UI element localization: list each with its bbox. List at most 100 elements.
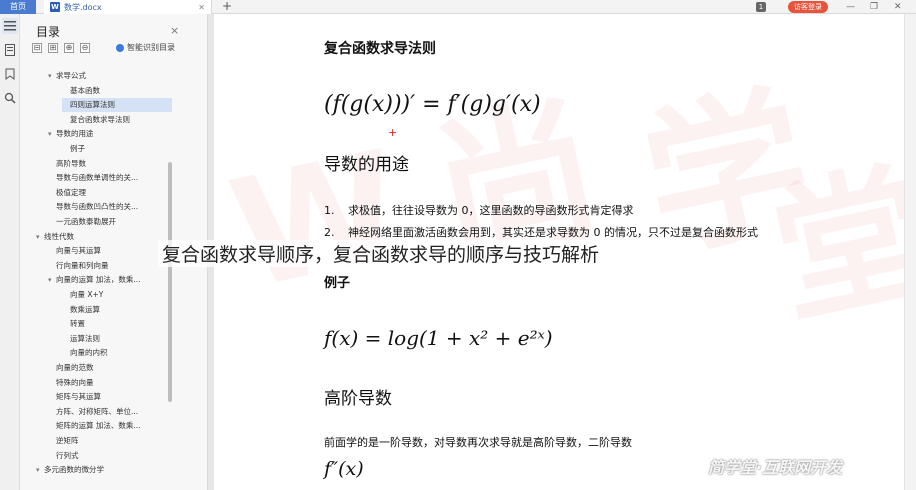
- tab-home[interactable]: 首页: [0, 0, 36, 14]
- toc-item[interactable]: 向量与其运算: [48, 244, 101, 258]
- toc-item[interactable]: 复合函数求导法则: [62, 113, 130, 127]
- smart-toc-label: 智能识别目录: [127, 43, 175, 52]
- chevron-down-icon[interactable]: ▾: [36, 463, 44, 477]
- tab-document-label: 数学.docx: [64, 2, 102, 12]
- toc-item[interactable]: 行列式: [48, 449, 79, 463]
- toc-item-label: 基本函数: [70, 85, 100, 95]
- toc-item-label: 向量的运算 加法，数乘...: [56, 275, 141, 285]
- guest-login-button[interactable]: 访客登录: [788, 1, 828, 13]
- close-tab-icon[interactable]: ✕: [198, 3, 205, 12]
- formula-second-derivative: f″(x): [324, 458, 364, 480]
- toc-item-label: 向量的内积: [70, 348, 108, 358]
- heading-chain-rule: 复合函数求导法则: [324, 41, 436, 57]
- heading-usage: 导数的用途: [324, 155, 409, 175]
- bookmark-icon[interactable]: [2, 66, 18, 82]
- toc-item[interactable]: 极值定理: [48, 186, 86, 200]
- toc-item-label: 例子: [70, 144, 85, 153]
- toc-item-label: 极值定理: [56, 187, 86, 197]
- toc-item[interactable]: ▾ 多元函数的微分学: [36, 463, 104, 477]
- toc-item[interactable]: 例子: [62, 142, 85, 156]
- toc-item-label: 方阵、对称矩阵、单位...: [56, 406, 139, 416]
- chevron-down-icon[interactable]: ▾: [36, 230, 44, 244]
- count-badge[interactable]: 1: [756, 2, 766, 12]
- toc-item[interactable]: 向量的范数: [48, 361, 94, 375]
- remove-heading-button[interactable]: ⊖: [80, 43, 90, 53]
- close-window-button[interactable]: ✕: [894, 0, 902, 14]
- toc-item[interactable]: 向量 X+Y: [62, 288, 103, 302]
- smart-toc-button[interactable]: 智能识别目录: [116, 42, 175, 53]
- toc-item[interactable]: 四则运算法则: [62, 98, 172, 113]
- toc-close-icon[interactable]: ×: [170, 24, 179, 37]
- toc-item-label: 数乘运算: [70, 304, 100, 314]
- toc-item-label: 矩阵的运算 加法、数乘...: [56, 421, 141, 431]
- watermark-mark: 堂: [760, 145, 916, 347]
- page-thumbnail-icon[interactable]: [2, 42, 18, 58]
- toc-tools: ⊟ ⊞ ⊕ ⊖: [32, 43, 90, 53]
- tab-document[interactable]: W 数学.docx ✕: [44, 0, 212, 14]
- page-scrollbar[interactable]: [904, 14, 916, 490]
- formula-chain-rule: (f(g(x)))′ = f′(g)g′(x): [324, 92, 541, 117]
- left-toolbar: [0, 14, 20, 490]
- toc-item-label: 复合函数求导法则: [70, 114, 130, 124]
- chevron-down-icon[interactable]: ▾: [48, 273, 56, 287]
- chevron-down-icon[interactable]: ▾: [48, 69, 56, 83]
- toc-item[interactable]: 一元函数泰勒展开: [48, 215, 116, 229]
- toc-item-label: 一元函数泰勒展开: [56, 217, 116, 226]
- toc-item-label: 向量 X+Y: [70, 290, 104, 299]
- toc-item[interactable]: 高阶导数: [48, 157, 86, 171]
- toc-item[interactable]: 方阵、对称矩阵、单位...: [48, 405, 138, 419]
- toc-item[interactable]: 特殊的向量: [48, 376, 94, 390]
- toc-item[interactable]: 矩阵与其运算: [48, 390, 101, 404]
- word-doc-icon: W: [50, 2, 60, 12]
- toc-item[interactable]: ▾ 求导公式: [48, 69, 86, 83]
- toc-item[interactable]: 运算法则: [62, 332, 100, 346]
- toc-item-label: 行列式: [56, 450, 79, 460]
- toc-toggle-icon[interactable]: [2, 18, 18, 34]
- minimize-button[interactable]: —: [846, 0, 855, 14]
- list-item: 2. 神经网络里面激活函数会用到，其实还是求导数为 0 的情况，只不过是复合函数形…: [324, 226, 758, 239]
- toc-item-label: 导数与函数单调性的关...: [56, 173, 139, 183]
- insert-marker-icon[interactable]: +: [388, 126, 397, 139]
- expand-all-button[interactable]: ⊞: [48, 43, 58, 53]
- toc-item-label: 特殊的向量: [56, 377, 94, 387]
- toc-item-label: 逆矩阵: [56, 436, 79, 445]
- toc-item[interactable]: 行向量和列向量: [48, 259, 109, 273]
- toc-item-label: 四则运算法则: [70, 100, 115, 110]
- toc-item[interactable]: 数乘运算: [62, 303, 100, 317]
- toc-item[interactable]: 矩阵的运算 加法、数乘...: [48, 419, 141, 433]
- toc-item[interactable]: ▾ 导数的用途: [48, 127, 94, 141]
- formula-example: f(x) = log(1 + x² + e²ˣ): [324, 326, 553, 350]
- toc-item-label: 线性代数: [44, 231, 74, 241]
- toc-item-label: 向量的范数: [56, 363, 94, 372]
- maximize-button[interactable]: ❐: [870, 0, 878, 14]
- toc-item[interactable]: 向量的内积: [62, 346, 108, 360]
- toc-item-label: 导数的用途: [56, 129, 94, 139]
- add-heading-button[interactable]: ⊕: [64, 43, 74, 53]
- toc-item[interactable]: ▾ 线性代数: [36, 230, 74, 244]
- spellcheck-underline: [382, 118, 396, 121]
- toc-item-label: 转置: [70, 319, 85, 329]
- toc-scrollbar[interactable]: [168, 162, 172, 402]
- collapse-all-button[interactable]: ⊟: [32, 43, 42, 53]
- heading-higher-order: 高阶导数: [324, 389, 392, 409]
- title-bar: 首页 W 数学.docx ✕ + 1 访客登录 — ❐ ✕: [0, 0, 916, 14]
- toc-item-label: 矩阵与其运算: [56, 392, 101, 402]
- chevron-down-icon[interactable]: ▾: [48, 127, 56, 141]
- toc-item-label: 向量与其运算: [56, 246, 101, 256]
- toc-item-label: 多元函数的微分学: [44, 465, 104, 475]
- search-icon[interactable]: [2, 90, 18, 106]
- higher-order-text: 前面学的是一阶导数，对导数再次求导就是高阶导数，二阶导数: [324, 436, 632, 449]
- toc-item[interactable]: 导数与函数单调性的关...: [48, 171, 138, 185]
- toc-item-label: 求导公式: [56, 71, 86, 80]
- toc-item[interactable]: 逆矩阵: [48, 434, 79, 448]
- toc-item[interactable]: 导数与函数凹凸性的关...: [48, 200, 138, 214]
- new-tab-button[interactable]: +: [222, 0, 232, 13]
- toc-item[interactable]: ▾ 向量的运算 加法，数乘...: [48, 273, 141, 287]
- toc-item-label: 运算法则: [70, 333, 100, 343]
- toc-item[interactable]: 基本函数: [62, 84, 100, 98]
- article-title-overlay: 复合函数求导顺序，复合函数求导的顺序与技巧解析: [158, 240, 604, 267]
- toc-title: 目录: [36, 25, 61, 39]
- toc-item-label: 高阶导数: [56, 158, 86, 168]
- smart-toc-icon: [116, 43, 124, 52]
- toc-item[interactable]: 转置: [62, 317, 85, 331]
